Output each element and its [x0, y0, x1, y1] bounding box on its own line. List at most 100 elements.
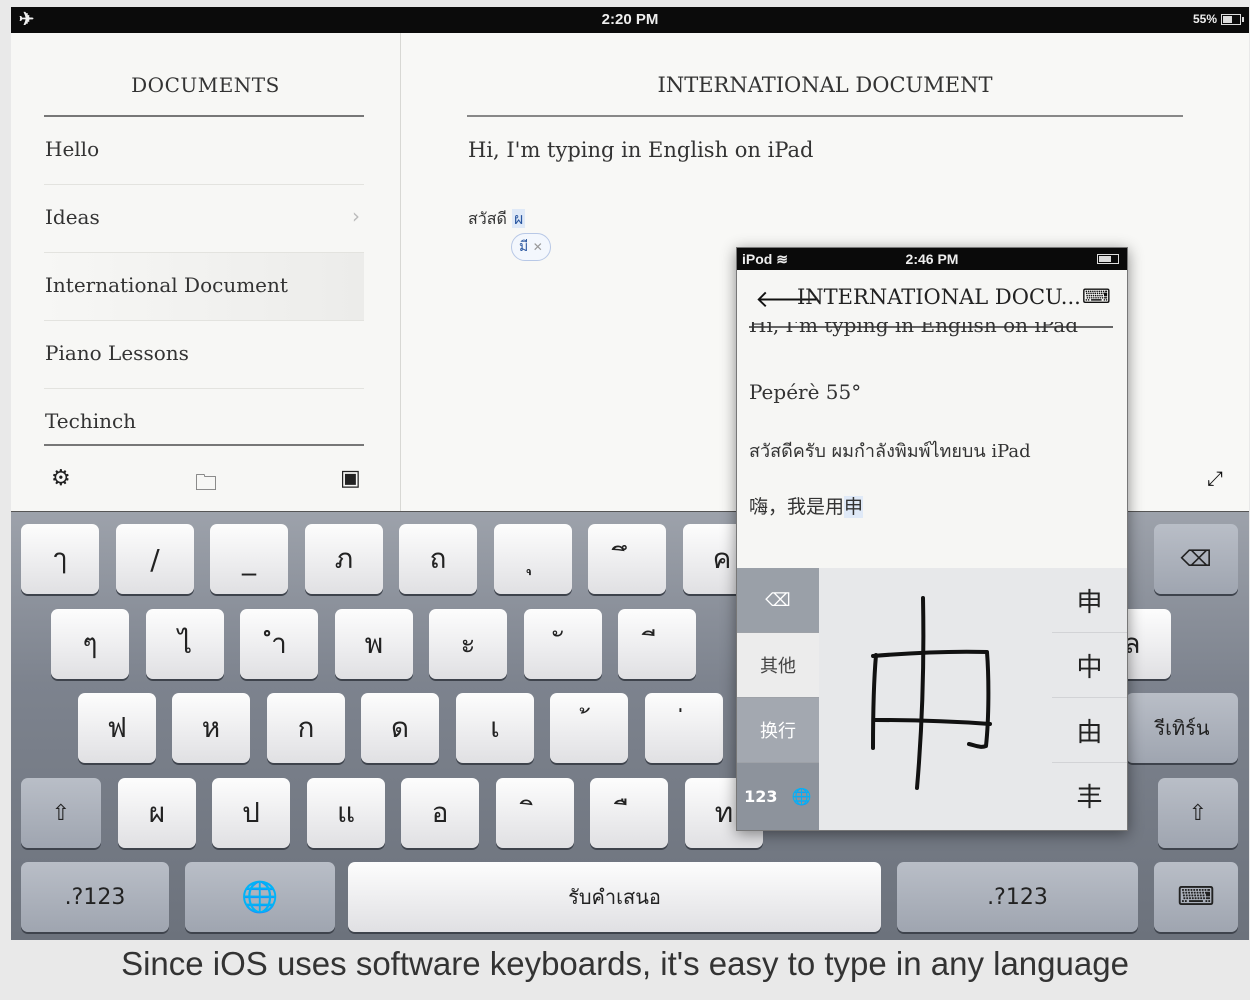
ipod-text-line[interactable]: สวัสดีครับ ผมกำลังพิมพ์ไทยบน iPad	[749, 436, 1031, 465]
key[interactable]: ะ	[429, 609, 507, 679]
gear-icon[interactable]: ⚙	[51, 466, 71, 491]
key[interactable]: ้	[550, 693, 628, 763]
return-key[interactable]: รีเทิร์น	[1126, 693, 1238, 763]
key[interactable]: อ	[401, 778, 479, 848]
thai-composing-text: ผ	[512, 209, 526, 228]
ipod-text-line[interactable]: Hi, I'm typing in English on iPad	[749, 322, 1078, 342]
numbers-key[interactable]: .?123	[897, 862, 1138, 932]
key[interactable]: เ	[456, 693, 534, 763]
composing-character: 申	[844, 496, 864, 518]
key[interactable]: แ	[307, 778, 385, 848]
document-title: INTERNATIONAL DOCUMENT	[657, 73, 993, 97]
key[interactable]: ่	[645, 693, 723, 763]
status-time: 2:20 PM	[601, 11, 659, 28]
numbers-key[interactable]: .?123	[21, 862, 169, 932]
candidate-character[interactable]: 中	[1052, 633, 1127, 698]
document-text-line[interactable]: Hi, I'm typing in English on iPad	[468, 138, 813, 162]
document-item-label: Hello	[45, 137, 100, 161]
key[interactable]: ผ	[118, 778, 196, 848]
key[interactable]: ๅ	[21, 524, 99, 594]
document-item-hello[interactable]: Hello	[44, 117, 364, 185]
close-icon[interactable]: ✕	[533, 240, 543, 254]
key[interactable]: ื	[590, 778, 668, 848]
delete-button[interactable]: ⌫	[737, 568, 819, 633]
ipod-screenshot-overlay: iPod ≋ 2:46 PM 🡐 INTERNATIONAL DOCU... ⌨…	[736, 247, 1128, 831]
sidebar-title: DOCUMENTS	[131, 73, 280, 97]
document-thai-line[interactable]: สวัสดี ผ	[468, 207, 526, 232]
ipod-status-bar: iPod ≋ 2:46 PM	[737, 248, 1127, 270]
autocorrect-suggestion[interactable]: มี ✕	[511, 233, 551, 261]
shift-key[interactable]: ⇧	[1158, 778, 1238, 848]
key[interactable]: ห	[172, 693, 250, 763]
numbers-globe-buttons: 123 🌐	[737, 763, 819, 830]
globe-icon: 🌐	[241, 879, 279, 915]
globe-key[interactable]: 🌐	[185, 862, 335, 932]
status-bar: ✈ 2:20 PM 55%	[11, 7, 1249, 33]
ipod-document-title: INTERNATIONAL DOCU...	[797, 285, 1081, 309]
delete-key[interactable]: ⌫	[1154, 524, 1238, 594]
document-item-label: Piano Lessons	[45, 341, 189, 365]
key[interactable]: ๆ	[51, 609, 129, 679]
divider	[44, 444, 364, 446]
suggestion-text: มี	[519, 239, 529, 255]
candidate-character[interactable]: 由	[1052, 698, 1127, 763]
document-item-label: Ideas	[45, 205, 100, 229]
thai-text: สวัสดี	[468, 209, 507, 228]
key[interactable]: ึ	[588, 524, 666, 594]
document-item-label: International Document	[45, 273, 288, 297]
ipod-time: 2:46 PM	[905, 251, 959, 267]
ipad-screen: ✈ 2:20 PM 55% DOCUMENTS Hello Ideas › In…	[11, 7, 1249, 940]
document-item-ideas[interactable]: Ideas ›	[44, 185, 364, 253]
handwriting-keyboard: ⌫ 其他 换行 123 🌐 申 中 由 丰	[737, 568, 1127, 830]
key[interactable]: ี	[618, 609, 696, 679]
handwriting-side-buttons: ⌫ 其他 换行 123 🌐	[737, 568, 819, 830]
ipod-text-line[interactable]: Pepérè 55°	[749, 380, 861, 404]
document-item-international-document[interactable]: International Document	[44, 253, 364, 321]
backspace-icon: ⌫	[1180, 546, 1212, 572]
new-document-icon[interactable]: ▣	[340, 466, 361, 491]
expand-icon[interactable]: ⤢	[1207, 466, 1223, 490]
ipod-text-line[interactable]: 嗨，我是用申	[749, 492, 864, 519]
key[interactable]: ด	[361, 693, 439, 763]
keyboard-icon[interactable]: ⌨	[1082, 284, 1111, 308]
folder-icon[interactable]: 🗀	[195, 466, 217, 504]
key[interactable]: ก	[267, 693, 345, 763]
key[interactable]: ถ	[399, 524, 477, 594]
handwritten-stroke	[871, 596, 992, 790]
key[interactable]: ั	[524, 609, 602, 679]
key[interactable]: _	[210, 524, 288, 594]
candidate-character[interactable]: 丰	[1052, 763, 1127, 827]
backspace-icon: ⌫	[765, 589, 791, 611]
chevron-right-icon: ›	[352, 204, 360, 228]
enter-button[interactable]: 换行	[737, 698, 819, 763]
key[interactable]: ป	[212, 778, 290, 848]
numbers-button[interactable]: 123	[744, 787, 777, 806]
ipod-nav-bar: 🡐 INTERNATIONAL DOCU... ⌨	[737, 270, 1127, 326]
battery-percent: 55%	[1192, 12, 1217, 26]
documents-sidebar: DOCUMENTS Hello Ideas › International Do…	[11, 33, 401, 511]
key[interactable]: ฟ	[78, 693, 156, 763]
key[interactable]: ิ	[496, 778, 574, 848]
battery-indicator: 55%	[1192, 12, 1244, 26]
key[interactable]: /	[116, 524, 194, 594]
document-item-label: Techinch	[45, 409, 137, 433]
shift-icon: ⇧	[1188, 800, 1208, 826]
key[interactable]: พ	[335, 609, 413, 679]
handwriting-canvas[interactable]	[819, 568, 1052, 830]
shift-icon: ⇧	[51, 800, 71, 826]
key[interactable]: ไ	[146, 609, 224, 679]
key[interactable]: ุ	[494, 524, 572, 594]
other-button[interactable]: 其他	[737, 633, 819, 698]
candidate-list: 申 中 由 丰	[1052, 568, 1127, 830]
keyboard-icon: ⌨	[1177, 882, 1215, 912]
candidate-character[interactable]: 申	[1052, 568, 1127, 633]
document-item-piano-lessons[interactable]: Piano Lessons	[44, 321, 364, 389]
key[interactable]: ภ	[305, 524, 383, 594]
divider	[467, 115, 1183, 117]
globe-icon[interactable]: 🌐	[792, 787, 812, 806]
key[interactable]: ำ	[240, 609, 318, 679]
hide-keyboard-key[interactable]: ⌨	[1154, 862, 1238, 932]
space-key[interactable]: รับคำเสนอ	[348, 862, 881, 932]
battery-icon	[1097, 254, 1119, 264]
shift-key[interactable]: ⇧	[21, 778, 101, 848]
